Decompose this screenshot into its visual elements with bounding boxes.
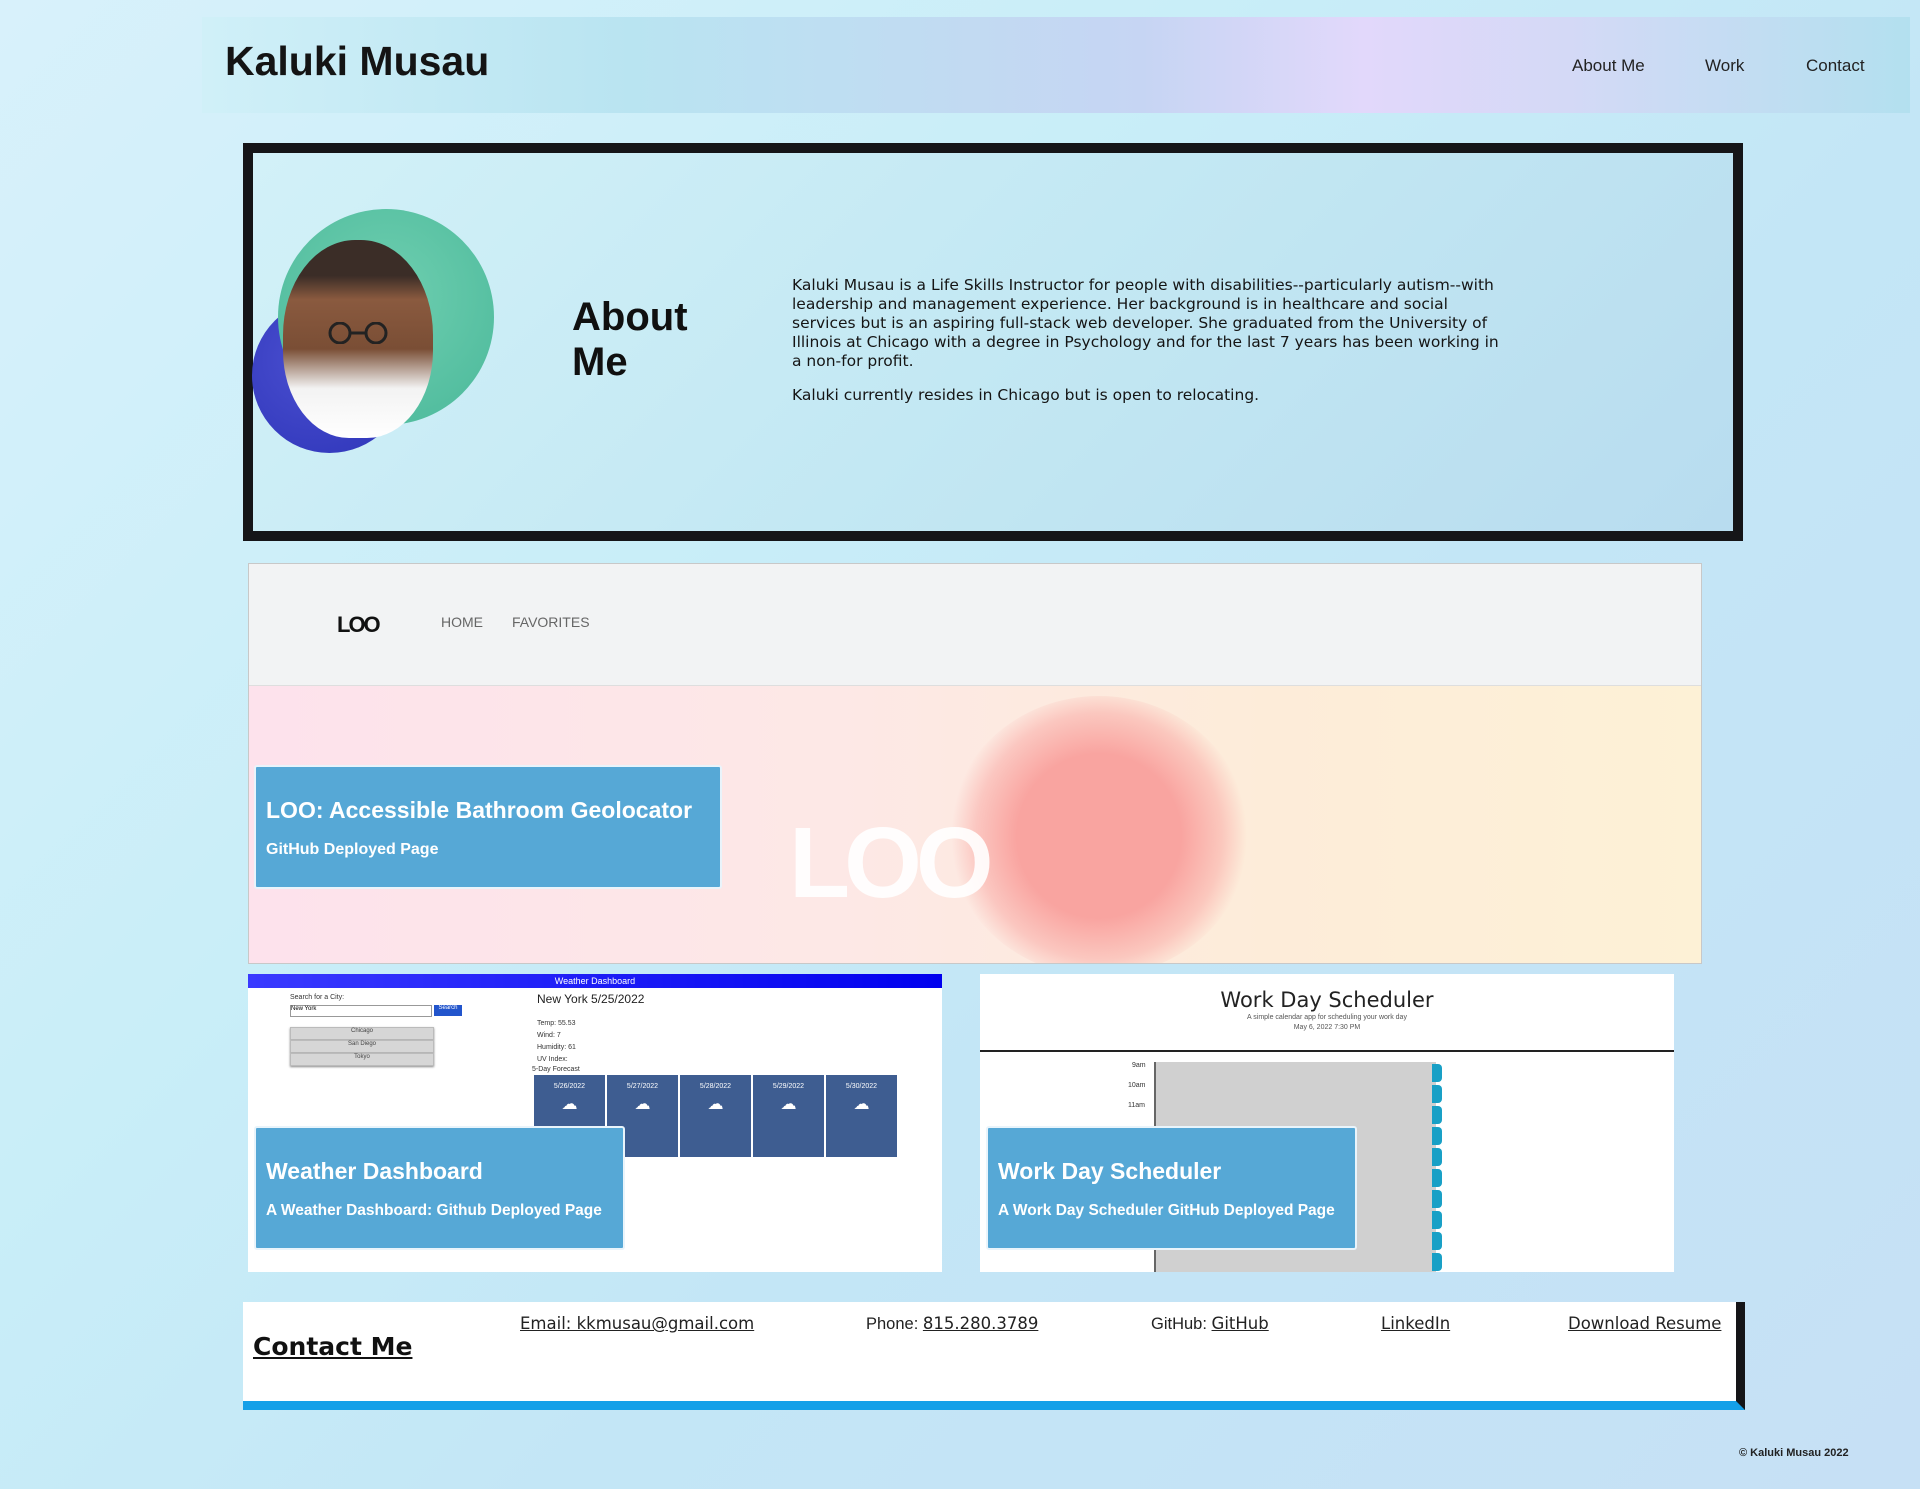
save-icon xyxy=(1432,1169,1442,1187)
weather-forecast-label: 5-Day Forecast xyxy=(532,1066,580,1073)
weather-city-button: Chicago xyxy=(290,1027,434,1040)
project-link[interactable]: A Work Day Scheduler GitHub Deployed Pag… xyxy=(998,1202,1345,1220)
scheduler-date: May 6, 2022 7:30 PM xyxy=(1293,1024,1361,1031)
project-link[interactable]: A Weather Dashboard: Github Deployed Pag… xyxy=(266,1202,613,1220)
weather-stat: Temp: 55.53 xyxy=(537,1020,576,1027)
loo-sun-graphic xyxy=(949,696,1249,963)
email-link[interactable]: Email: kkmusau@gmail.com xyxy=(520,1314,754,1333)
save-icon xyxy=(1432,1085,1442,1103)
nav-contact[interactable]: Contact xyxy=(1806,56,1865,76)
weather-search-label: Search for a City: xyxy=(290,994,345,1001)
save-icon xyxy=(1432,1232,1442,1250)
glasses-icon xyxy=(328,322,388,344)
loo-nav-favorites: FAVORITES xyxy=(512,614,590,630)
scheduler-hour: 11am xyxy=(1128,1102,1145,1109)
forecast-day: 5/30/2022 ☁ xyxy=(826,1075,897,1157)
project-title[interactable]: Weather Dashboard xyxy=(266,1158,613,1185)
weather-city-button: San Diego xyxy=(290,1040,434,1053)
save-icon xyxy=(1432,1148,1442,1166)
project-title[interactable]: Work Day Scheduler xyxy=(998,1158,1345,1185)
save-icon xyxy=(1432,1064,1442,1082)
project-card-scheduler[interactable]: Work Day Scheduler A Work Day Scheduler … xyxy=(986,1126,1357,1250)
save-icon xyxy=(1432,1253,1442,1271)
weather-search-button: Search xyxy=(434,1005,462,1016)
weather-search-input: New York xyxy=(290,1005,432,1017)
project-link[interactable]: GitHub Deployed Page xyxy=(266,841,710,859)
save-icon xyxy=(1432,1106,1442,1124)
weather-current-city: New York 5/25/2022 xyxy=(537,992,645,1006)
weather-stat: UV Index: xyxy=(537,1056,568,1063)
scheduler-heading: Work Day Scheduler xyxy=(1220,988,1434,1012)
phone-item: Phone: 815.280.3789 xyxy=(866,1314,1038,1334)
loo-navbar: LOO HOME FAVORITES xyxy=(249,564,1701,686)
forecast-day: 5/28/2022 ☁ xyxy=(680,1075,751,1157)
about-paragraph: Kaluki currently resides in Chicago but … xyxy=(792,386,1260,404)
contact-heading: Contact Me xyxy=(253,1332,413,1361)
about-paragraph: Kaluki Musau is a Life Skills Instructor… xyxy=(792,276,1499,370)
save-icon xyxy=(1432,1127,1442,1145)
loo-logo: LOO xyxy=(337,612,381,637)
about-text: Kaluki Musau is a Life Skills Instructor… xyxy=(792,276,1512,420)
project-title[interactable]: LOO: Accessible Bathroom Geolocator xyxy=(266,797,710,824)
save-icon xyxy=(1432,1211,1442,1229)
project-loo-screenshot[interactable]: LOO HOME FAVORITES LOO xyxy=(248,563,1702,964)
project-card-weather[interactable]: Weather Dashboard A Weather Dashboard: G… xyxy=(254,1126,625,1250)
about-heading: About Me xyxy=(572,295,688,384)
weather-city-button: Tokyo xyxy=(290,1053,434,1066)
github-label: GitHub: xyxy=(1151,1315,1212,1333)
copyright: © Kaluki Musau 2022 xyxy=(1739,1447,1849,1459)
loo-hero-logo: LOO xyxy=(789,807,994,919)
weather-stat: Wind: 7 xyxy=(537,1032,561,1039)
scheduler-tagline: A simple calendar app for scheduling you… xyxy=(1247,1014,1407,1021)
github-item: GitHub: GitHub xyxy=(1151,1314,1269,1334)
weather-stat: Humidity: 61 xyxy=(537,1044,576,1051)
loo-nav-home: HOME xyxy=(441,614,483,630)
scheduler-hour: 9am xyxy=(1132,1062,1146,1069)
scheduler-hour: 10am xyxy=(1128,1082,1146,1089)
project-card-loo[interactable]: LOO: Accessible Bathroom Geolocator GitH… xyxy=(254,765,722,889)
forecast-day: 5/29/2022 ☁ xyxy=(753,1075,824,1157)
nav-work[interactable]: Work xyxy=(1705,56,1744,76)
weather-title-bar: Weather Dashboard xyxy=(248,974,942,988)
phone-label: Phone: xyxy=(866,1315,923,1333)
nav-about-me[interactable]: About Me xyxy=(1572,56,1645,76)
github-link[interactable]: GitHub xyxy=(1212,1314,1269,1333)
save-icon xyxy=(1432,1190,1442,1208)
download-resume-link[interactable]: Download Resume xyxy=(1568,1314,1721,1333)
phone-link[interactable]: 815.280.3789 xyxy=(923,1314,1038,1333)
scheduler-divider xyxy=(980,1050,1674,1052)
profile-photo xyxy=(283,240,433,438)
site-title: Kaluki Musau xyxy=(225,38,490,84)
linkedin-link[interactable]: LinkedIn xyxy=(1381,1314,1450,1333)
